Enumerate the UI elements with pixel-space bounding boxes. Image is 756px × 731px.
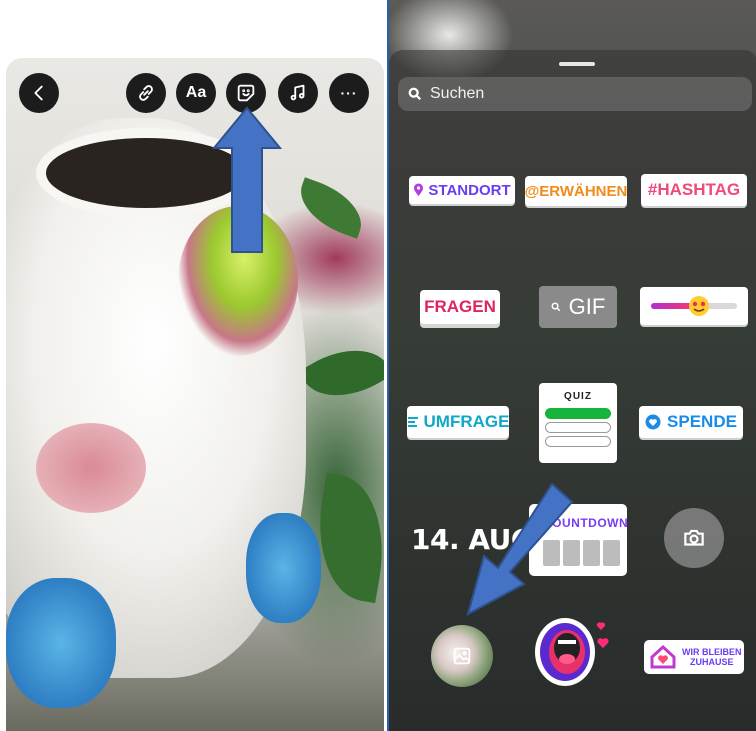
search-placeholder: Suchen (430, 85, 485, 102)
questions-sticker[interactable]: FRAGEN (420, 290, 500, 324)
quiz-answer (545, 422, 611, 433)
heart-badge-icon (645, 414, 661, 430)
donation-sticker-label: SPENDE (667, 412, 737, 431)
countdown-digit (603, 540, 620, 566)
annotation-arrow-down-left (466, 482, 574, 616)
sticker-icon (237, 84, 255, 102)
quiz-answer (545, 436, 611, 447)
emoji-slider-sticker[interactable] (640, 287, 748, 325)
countdown-digit (583, 540, 600, 566)
mouth-gif-sticker[interactable] (529, 612, 609, 692)
location-pin-icon (414, 183, 424, 196)
stay-home-line-2: ZUHAUSE (689, 657, 734, 667)
questions-sticker-label: FRAGEN (424, 297, 496, 316)
location-sticker-label: STANDORT (428, 181, 511, 199)
hashtag-sticker-label: #HASHTAG (647, 180, 741, 199)
location-sticker[interactable]: STANDORT (409, 176, 515, 204)
stay-home-line-1: WIR BLEIBEN (682, 647, 742, 657)
more-options-label: ··· (340, 85, 358, 101)
unicorn-foot (246, 513, 321, 623)
link-button[interactable] (126, 73, 166, 113)
gif-sticker[interactable]: GIF (539, 286, 617, 328)
quiz-answer-correct (545, 408, 611, 419)
photo-sticker[interactable] (431, 625, 493, 687)
poll-sticker-label: UMFRAGE (423, 412, 510, 431)
sheet-grabber[interactable] (559, 62, 595, 66)
image-icon (453, 647, 471, 665)
camera-icon (684, 529, 704, 546)
stay-home-sticker-label: WIR BLEIBEN ZUHAUSE (682, 647, 742, 667)
quiz-sticker[interactable]: QUIZ (539, 383, 617, 463)
quiz-sticker-label: QUIZ (564, 391, 592, 402)
house-heart-icon (650, 645, 676, 669)
unicorn-cheek (36, 423, 146, 513)
story-editor-canvas: Aa ··· (6, 58, 384, 731)
poll-sticker[interactable]: UMFRAGE (407, 406, 509, 438)
music-button[interactable] (278, 73, 318, 113)
leaf-decoration (298, 331, 384, 415)
more-options-button[interactable]: ··· (329, 73, 369, 113)
link-icon (139, 85, 153, 101)
back-button[interactable] (19, 73, 59, 113)
sticker-search-input[interactable]: Suchen (398, 77, 752, 111)
annotation-arrow-up (212, 106, 282, 253)
text-button[interactable]: Aa (176, 73, 216, 113)
mention-sticker[interactable]: @ERWÄHNEN (525, 176, 627, 206)
hashtag-sticker[interactable]: #HASHTAG (641, 174, 747, 206)
unicorn-foot (6, 578, 116, 708)
mention-sticker-label: @ERWÄHNEN (524, 182, 628, 200)
text-tool-label: Aa (185, 84, 207, 101)
poll-lines-icon (407, 417, 418, 427)
stay-home-sticker[interactable]: WIR BLEIBEN ZUHAUSE (644, 640, 744, 674)
chevron-left-icon (34, 85, 43, 101)
music-note-icon (290, 84, 305, 101)
gif-sticker-label: GIF (568, 294, 606, 319)
search-icon (408, 87, 422, 101)
sticker-tray-screen: Suchen STANDORT @ERWÄHNEN #HASHTAG FRAGE… (387, 0, 756, 731)
search-icon (551, 302, 560, 312)
emoji-slider-graphic (651, 296, 737, 316)
leaf-decoration (291, 177, 371, 239)
donation-sticker[interactable]: SPENDE (639, 406, 743, 438)
camera-sticker-button[interactable] (664, 508, 724, 568)
